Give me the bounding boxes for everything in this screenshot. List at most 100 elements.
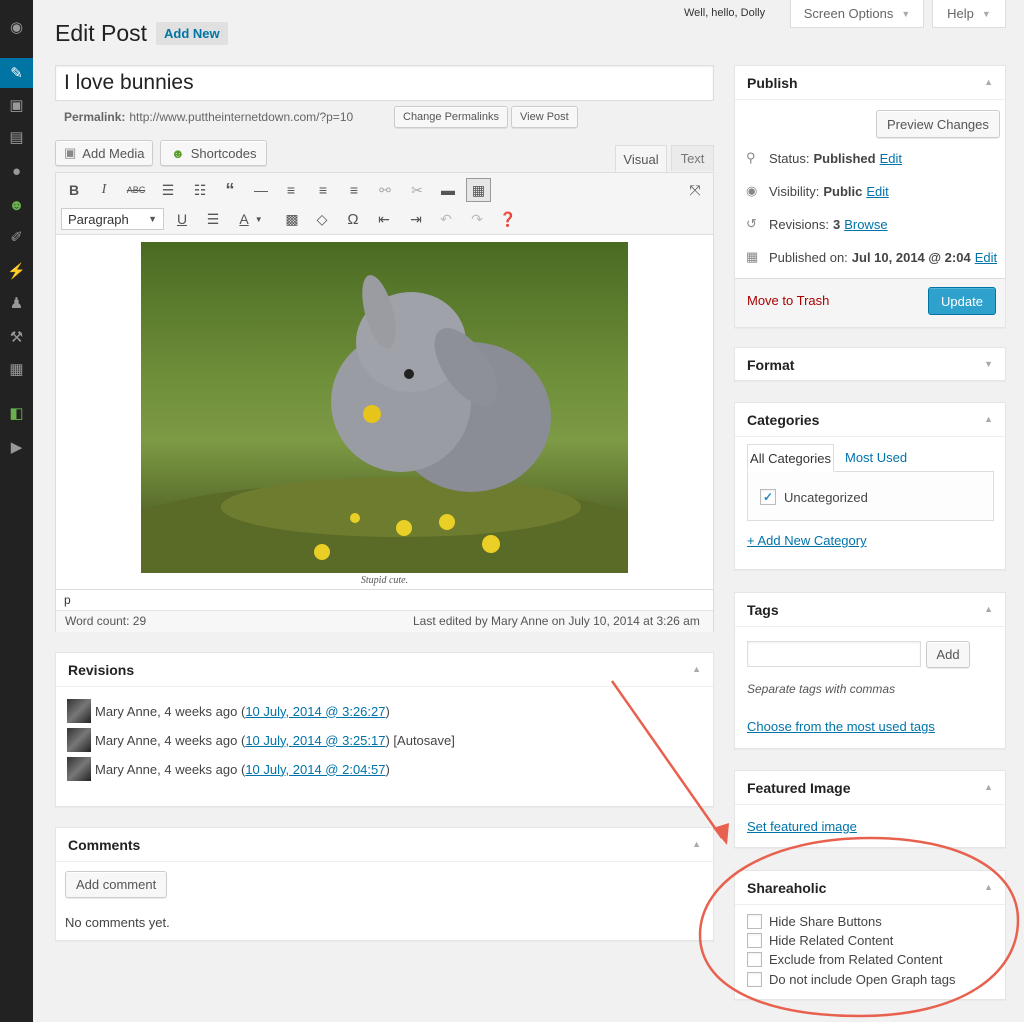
plugins-icon[interactable]: ⚡	[0, 256, 33, 286]
collapse-arrow-icon[interactable]: ▲	[692, 664, 701, 674]
horizontal-rule-icon[interactable]: —	[250, 179, 272, 201]
bullet-list-icon[interactable]: ☰	[157, 179, 179, 201]
collapse-arrow-icon[interactable]: ▲	[984, 77, 993, 87]
permalink-url[interactable]: http://www.puttheinternetdown.com/?p=10	[129, 110, 353, 124]
add-tag-button[interactable]: Add	[926, 641, 970, 668]
revision-link[interactable]: 10 July, 2014 @ 3:25:17	[245, 733, 385, 748]
users-icon[interactable]: ♟	[0, 288, 33, 318]
collapse-arrow-icon[interactable]: ▲	[984, 882, 993, 892]
visibility-edit-link[interactable]: Edit	[866, 184, 888, 199]
numbered-list-icon[interactable]: ☷	[189, 179, 211, 201]
status-edit-link[interactable]: Edit	[880, 151, 902, 166]
appearance-icon[interactable]: ✐	[0, 222, 33, 252]
tab-most-used[interactable]: Most Used	[845, 450, 907, 465]
justify-icon[interactable]: ☰	[202, 208, 224, 230]
screen-options-button[interactable]: Screen Options ▼	[790, 0, 924, 28]
shareaholic-header[interactable]: Shareaholic ▲	[735, 871, 1005, 905]
help-button[interactable]: Help ▼	[932, 0, 1006, 28]
change-permalinks-button[interactable]: Change Permalinks	[394, 106, 508, 128]
align-center-icon[interactable]: ≡	[312, 179, 334, 201]
shortcodes-button[interactable]: ☻ Shortcodes	[160, 140, 268, 166]
featured-image-header[interactable]: Featured Image ▲	[735, 771, 1005, 805]
tag-input[interactable]	[747, 641, 921, 667]
revision-link[interactable]: 10 July, 2014 @ 2:04:57	[245, 762, 385, 777]
revisions-header[interactable]: Revisions ▲	[56, 653, 713, 687]
expand-arrow-icon[interactable]: ▼	[984, 359, 993, 369]
checkbox[interactable]	[747, 972, 762, 987]
visibility-value: Public	[823, 183, 863, 199]
toolbar-toggle-icon[interactable]: ▦	[466, 178, 491, 202]
move-to-trash-link[interactable]: Move to Trash	[747, 293, 829, 308]
choose-tags-link[interactable]: Choose from the most used tags	[747, 719, 935, 734]
add-media-label: Add Media	[82, 145, 145, 161]
undo-icon[interactable]: ↶	[435, 208, 457, 230]
special-character-icon[interactable]: Ω	[342, 208, 364, 230]
text-color-icon[interactable]: A ▼	[232, 208, 270, 230]
clear-formatting-icon[interactable]: ◇	[311, 208, 333, 230]
browse-link[interactable]: Browse	[844, 217, 887, 232]
play-icon[interactable]: ▶	[0, 432, 33, 462]
category-item[interactable]: ✓ Uncategorized	[760, 489, 868, 505]
comments-header[interactable]: Comments ▲	[56, 828, 713, 862]
settings-icon[interactable]: ▦	[0, 354, 33, 384]
checkbox-checked-icon[interactable]: ✓	[760, 489, 776, 505]
media-icon[interactable]: ▣	[0, 90, 33, 120]
align-left-icon[interactable]: ≡	[280, 179, 302, 201]
unlink-icon[interactable]: ✂	[406, 179, 428, 201]
revision-link[interactable]: 10 July, 2014 @ 3:26:27	[245, 704, 385, 719]
link-icon[interactable]: ⚯	[374, 179, 396, 201]
collapse-arrow-icon[interactable]: ▲	[984, 414, 993, 424]
tools-icon[interactable]: ⚒	[0, 322, 33, 352]
post-title-input[interactable]: I love bunnies	[55, 65, 714, 101]
tags-header[interactable]: Tags ▲	[735, 593, 1005, 627]
indent-icon[interactable]: ⇥	[405, 208, 427, 230]
categories-header[interactable]: Categories ▲	[735, 403, 1005, 437]
collapse-arrow-icon[interactable]: ▲	[984, 604, 993, 614]
published-edit-link[interactable]: Edit	[975, 250, 997, 265]
tab-all-categories[interactable]: All Categories	[747, 444, 834, 472]
shareaholic-icon[interactable]: ◧	[0, 398, 33, 428]
comments-icon[interactable]: ●	[0, 156, 33, 186]
redo-icon[interactable]: ↷	[466, 208, 488, 230]
shareaholic-option[interactable]: Do not include Open Graph tags	[747, 972, 955, 987]
shareaholic-option[interactable]: Hide Share Buttons	[747, 914, 882, 929]
underline-icon[interactable]: U	[171, 208, 193, 230]
set-featured-image-link[interactable]: Set featured image	[747, 819, 857, 834]
help-circle-icon[interactable]: ❓	[497, 208, 519, 230]
fullscreen-icon[interactable]: ⤧	[684, 179, 706, 201]
history-icon: ↺	[746, 216, 757, 231]
preview-changes-button[interactable]: Preview Changes	[876, 110, 1000, 138]
tab-visual[interactable]: Visual	[615, 145, 667, 172]
add-comment-button[interactable]: Add comment	[65, 871, 168, 898]
pages-icon[interactable]: ▤	[0, 122, 33, 152]
collapse-arrow-icon[interactable]: ▲	[984, 782, 993, 792]
outdent-icon[interactable]: ⇤	[373, 208, 395, 230]
paste-as-text-icon[interactable]: ▩	[281, 208, 303, 230]
posts-icon[interactable]: ✎	[0, 58, 33, 88]
blockquote-icon[interactable]: “	[219, 179, 241, 201]
update-button[interactable]: Update	[928, 287, 996, 315]
greeting[interactable]: Well, hello, Dolly	[684, 7, 765, 19]
checkbox[interactable]	[747, 914, 762, 929]
format-select[interactable]: Paragraph ▼	[61, 208, 164, 230]
italic-icon[interactable]: I	[93, 179, 115, 201]
shortcodes-icon[interactable]: ☻	[0, 190, 33, 220]
format-header[interactable]: Format ▼	[735, 348, 1005, 382]
collapse-arrow-icon[interactable]: ▲	[692, 839, 701, 849]
shareaholic-option[interactable]: Hide Related Content	[747, 933, 893, 948]
publish-header[interactable]: Publish ▲	[735, 66, 1005, 100]
bunny-photo[interactable]	[141, 242, 628, 573]
read-more-icon[interactable]: ▬	[437, 179, 459, 201]
add-new-button[interactable]: Add New	[156, 22, 228, 45]
shareaholic-option[interactable]: Exclude from Related Content	[747, 952, 942, 967]
add-new-category-link[interactable]: + Add New Category	[747, 533, 867, 548]
bold-icon[interactable]: B	[63, 179, 85, 201]
dashboard-icon[interactable]: ◉	[0, 12, 33, 42]
checkbox[interactable]	[747, 933, 762, 948]
checkbox[interactable]	[747, 952, 762, 967]
align-right-icon[interactable]: ≡	[343, 179, 365, 201]
add-media-button[interactable]: ▣ Add Media	[55, 140, 154, 166]
strikethrough-icon[interactable]: ABC	[125, 179, 147, 201]
tab-text[interactable]: Text	[671, 145, 714, 171]
view-post-button[interactable]: View Post	[511, 106, 578, 128]
